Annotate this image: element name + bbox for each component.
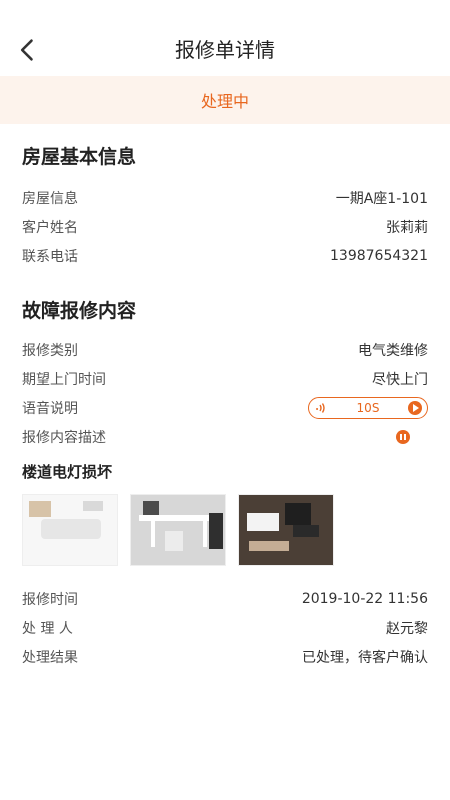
voice-player[interactable]: 10S [308, 396, 428, 419]
house-row: 客户姓名 张莉莉 [22, 212, 428, 241]
pause-icon[interactable] [396, 429, 410, 444]
report-time-label: 报修时间 [22, 591, 78, 608]
play-icon[interactable] [407, 400, 422, 415]
result-value: 已处理，待客户确认 [302, 649, 428, 666]
header: 报修单详情 [0, 0, 450, 76]
photo-thumbnail[interactable] [130, 494, 226, 566]
handler-value: 赵元黎 [386, 620, 428, 637]
fault-row: 期望上门时间 尽快上门 [22, 364, 428, 393]
voice-label: 语音说明 [22, 400, 78, 417]
keyboard-photo [23, 495, 117, 565]
status-label: 处理中 [200, 92, 249, 111]
meta-row: 处理结果 已处理，待客户确认 [22, 642, 428, 671]
page-title: 报修单详情 [175, 38, 275, 62]
result-label: 处理结果 [22, 649, 78, 666]
desk-room-photo [131, 495, 225, 565]
phone-value[interactable]: 13987654321 [330, 248, 428, 264]
category-label: 报修类别 [22, 342, 78, 359]
handler-label: 处 理 人 [22, 620, 73, 637]
description-label: 报修内容描述 [22, 429, 106, 446]
house-info-value: 一期A座1-101 [335, 190, 428, 207]
phone-label: 联系电话 [22, 248, 78, 265]
sound-wave-icon [316, 402, 325, 413]
house-section-title: 房屋基本信息 [22, 146, 137, 168]
house-info-label: 房屋信息 [22, 190, 78, 207]
visit-time-value: 尽快上门 [372, 371, 428, 388]
photo-gallery [22, 494, 428, 566]
house-row: 联系电话 13987654321 [22, 241, 428, 270]
meta-row: 处 理 人 赵元黎 [22, 613, 428, 642]
fault-section-title: 故障报修内容 [22, 300, 137, 322]
office-photo [239, 495, 333, 565]
fault-description: 楼道电灯损坏 [22, 463, 113, 481]
photo-thumbnail[interactable] [22, 494, 118, 566]
category-value: 电气类维修 [358, 342, 428, 359]
visit-time-label: 期望上门时间 [22, 371, 106, 388]
house-row: 房屋信息 一期A座1-101 [22, 183, 428, 212]
fault-row: 语音说明 10S [22, 393, 428, 422]
meta-row: 报修时间 2019-10-22 11:56 [22, 584, 428, 613]
report-time-value: 2019-10-22 11:56 [301, 590, 428, 607]
status-banner: 处理中 [0, 76, 450, 124]
voice-duration: 10S [356, 400, 380, 415]
customer-name-value: 张莉莉 [386, 219, 428, 236]
photo-thumbnail[interactable] [238, 494, 334, 566]
fault-row: 报修类别 电气类维修 [22, 335, 428, 364]
fault-row: 报修内容描述 [22, 422, 428, 451]
customer-name-label: 客户姓名 [22, 219, 78, 236]
